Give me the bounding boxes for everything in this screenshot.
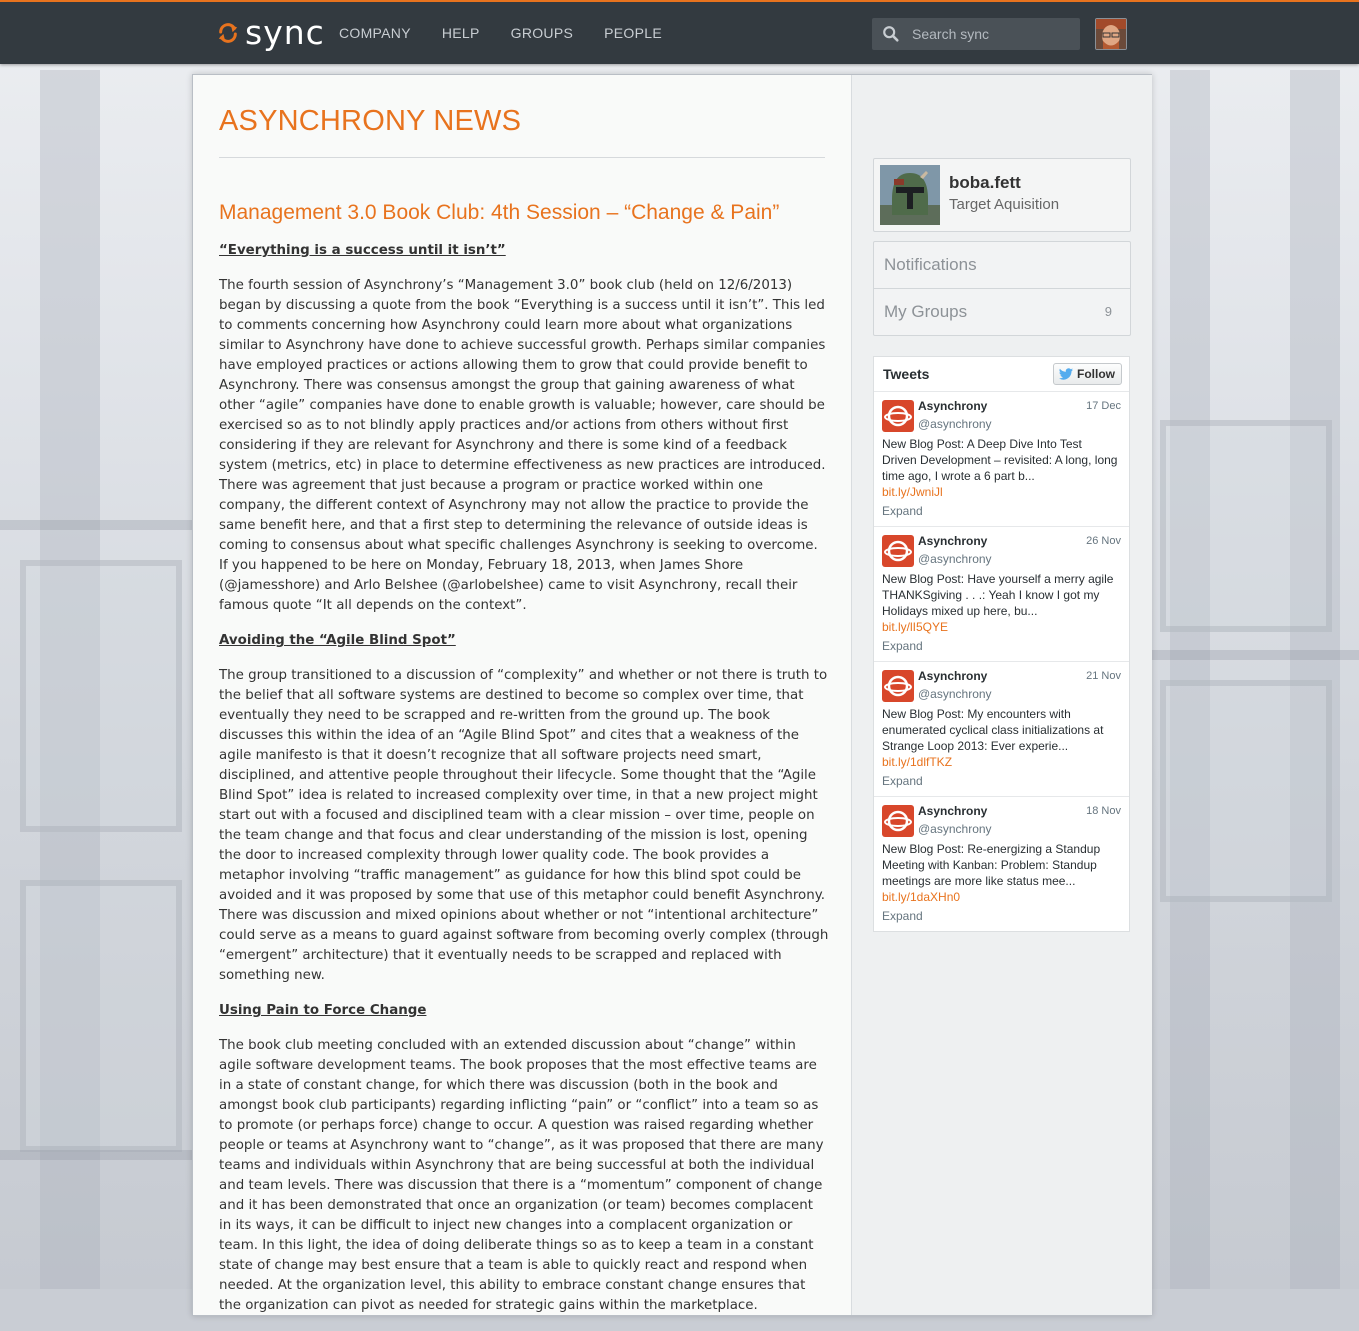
twitter-bird-icon: [1059, 368, 1073, 380]
tweet-author[interactable]: Asynchrony: [918, 669, 987, 683]
asynchrony-avatar-icon[interactable]: [882, 670, 914, 702]
logo-text: sync: [245, 13, 325, 52]
tweet-expand[interactable]: Expand: [882, 504, 923, 518]
content-card: ASYNCHRONY NEWS Management 3.0 Book Club…: [192, 74, 1152, 1316]
tweet-text: New Blog Post: A Deep Dive Into Test Dri…: [882, 437, 1118, 483]
tweet-expand[interactable]: Expand: [882, 774, 923, 788]
nav-help[interactable]: HELP: [442, 22, 480, 44]
tweet-text: New Blog Post: Have yourself a merry agi…: [882, 572, 1114, 618]
post-title[interactable]: Management 3.0 Book Club: 4th Session – …: [219, 201, 779, 225]
profile-title: Target Aquisition: [949, 196, 1060, 213]
section-heading: Avoiding the “Agile Blind Spot”: [219, 633, 456, 648]
news-article: ASYNCHRONY NEWS Management 3.0 Book Club…: [193, 75, 851, 1315]
tweet-date[interactable]: 21 Nov: [1086, 670, 1121, 682]
search-box[interactable]: [872, 18, 1080, 50]
tweet-item: Asynchrony @asynchrony 17 Dec New Blog P…: [874, 392, 1129, 527]
tweet-expand[interactable]: Expand: [882, 909, 923, 923]
tweet-date[interactable]: 18 Nov: [1086, 805, 1121, 817]
profile-card[interactable]: boba.fett Target Aquisition: [873, 158, 1131, 232]
sidebar-item-label: Notifications: [884, 255, 977, 274]
follow-button[interactable]: Follow: [1053, 363, 1122, 385]
tweet-link[interactable]: bit.ly/lI5QYE: [882, 619, 1118, 635]
tweet-author[interactable]: Asynchrony: [918, 804, 987, 818]
sidebar: boba.fett Target Aquisition Notification…: [851, 75, 1152, 1315]
tweets-widget: Tweets Follow Asynchrony @asynchrony 17 …: [873, 356, 1130, 932]
tweet-text-block: New Blog Post: Have yourself a merry agi…: [882, 571, 1118, 635]
tweet-link[interactable]: bit.ly/JwniJl: [882, 484, 1118, 500]
tweet-handle[interactable]: @asynchrony: [918, 417, 992, 431]
tweet-text: New Blog Post: My encounters with enumer…: [882, 707, 1104, 753]
nav-groups[interactable]: GROUPS: [511, 22, 573, 44]
tweet-date[interactable]: 17 Dec: [1086, 400, 1121, 412]
title-divider: [219, 157, 825, 158]
tweet-handle[interactable]: @asynchrony: [918, 552, 992, 566]
user-photo-icon: [1096, 19, 1126, 49]
nav-people[interactable]: PEOPLE: [604, 22, 662, 44]
asynchrony-avatar-icon[interactable]: [882, 805, 914, 837]
main-nav: COMPANY HELP GROUPS PEOPLE: [339, 22, 693, 44]
sidebar-item-notifications[interactable]: Notifications: [874, 242, 1130, 288]
section-paragraph: The group transitioned to a discussion o…: [219, 668, 829, 983]
profile-avatar[interactable]: [880, 165, 940, 225]
tweets-header: Tweets Follow: [874, 357, 1129, 392]
search-icon: [883, 26, 899, 42]
search-input[interactable]: [910, 25, 1074, 43]
asynchrony-avatar-icon[interactable]: [882, 400, 914, 432]
section-paragraph: The book club meeting concluded with an …: [219, 1038, 824, 1313]
tweet-handle[interactable]: @asynchrony: [918, 822, 992, 836]
tweet-link[interactable]: bit.ly/1daXHn0: [882, 889, 1118, 905]
sync-logo[interactable]: sync: [217, 16, 325, 50]
top-navigation-bar: sync COMPANY HELP GROUPS PEOPLE: [0, 0, 1359, 64]
tweet-handle[interactable]: @asynchrony: [918, 687, 992, 701]
section-heading: Using Pain to Force Change: [219, 1003, 427, 1018]
tweet-author[interactable]: Asynchrony: [918, 534, 987, 548]
sidebar-menu: Notifications My Groups 9: [873, 241, 1131, 336]
page-title: ASYNCHRONY NEWS: [219, 105, 522, 137]
section-heading: “Everything is a success until it isn’t”: [219, 243, 506, 258]
tweet-item: Asynchrony @asynchrony 18 Nov New Blog P…: [874, 797, 1129, 931]
tweet-date[interactable]: 26 Nov: [1086, 535, 1121, 547]
tweet-text: New Blog Post: Re-energizing a Standup M…: [882, 842, 1101, 888]
groups-count-badge: 9: [1104, 304, 1112, 319]
helmet-avatar-icon: [880, 165, 940, 225]
section-paragraph: The fourth session of Asynchrony’s “Mana…: [219, 278, 826, 613]
tweet-item: Asynchrony @asynchrony 21 Nov New Blog P…: [874, 662, 1129, 797]
tweet-text-block: New Blog Post: A Deep Dive Into Test Dri…: [882, 436, 1118, 500]
tweet-author[interactable]: Asynchrony: [918, 399, 987, 413]
post-body: “Everything is a success until it isn’t”…: [219, 241, 829, 1331]
sync-logo-icon: [218, 23, 238, 43]
user-avatar[interactable]: [1095, 18, 1127, 50]
tweet-text-block: New Blog Post: Re-energizing a Standup M…: [882, 841, 1118, 905]
tweet-link[interactable]: bit.ly/1dlfTKZ: [882, 754, 1118, 770]
tweet-text-block: New Blog Post: My encounters with enumer…: [882, 706, 1118, 770]
sidebar-item-label: My Groups: [884, 302, 968, 321]
sidebar-item-my-groups[interactable]: My Groups 9: [874, 288, 1130, 335]
tweet-item: Asynchrony @asynchrony 26 Nov New Blog P…: [874, 527, 1129, 662]
nav-company[interactable]: COMPANY: [339, 22, 411, 44]
tweets-title: Tweets: [883, 366, 930, 382]
profile-username[interactable]: boba.fett: [949, 173, 1021, 193]
tweet-expand[interactable]: Expand: [882, 639, 923, 653]
follow-label: Follow: [1077, 367, 1115, 381]
asynchrony-avatar-icon[interactable]: [882, 535, 914, 567]
